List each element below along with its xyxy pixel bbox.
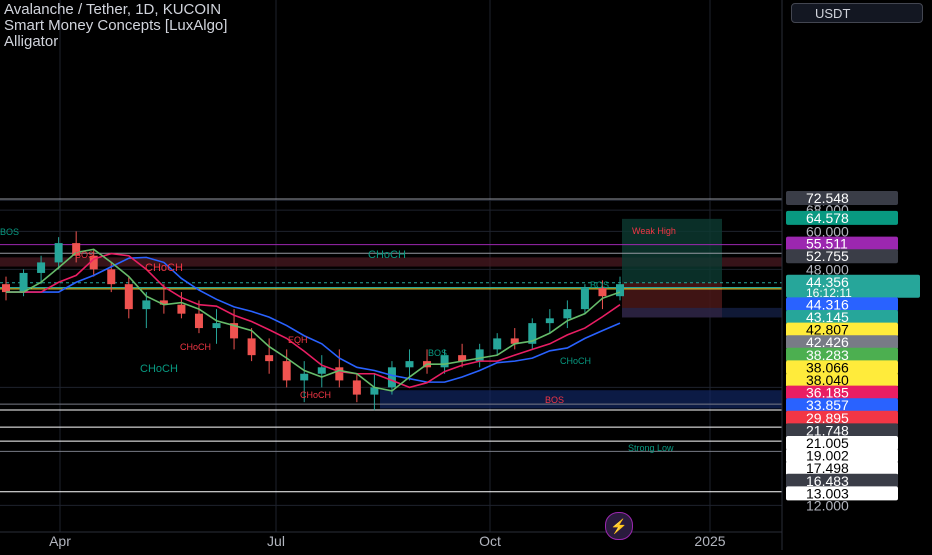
candle-body (2, 284, 10, 293)
candle (545, 309, 554, 334)
annotation-label: CHoCH (140, 363, 178, 375)
x-tick-label: Jul (267, 533, 285, 549)
candle-body (282, 361, 291, 381)
price-tag: 72.548 (786, 190, 898, 206)
annotation-label: BOS (590, 280, 609, 290)
price-tag-text: 72.548 (806, 190, 849, 206)
price-tag-text: 13.003 (806, 485, 849, 501)
candle-body (300, 373, 309, 381)
annotation-label: EQH (288, 335, 308, 345)
candle-body (265, 355, 274, 362)
candle-body (317, 367, 326, 374)
annotation-label: BOS (0, 227, 19, 237)
annotation-label: BOS (545, 395, 564, 405)
candle (563, 300, 572, 329)
currency-button[interactable]: USDT (791, 3, 923, 23)
candle (282, 349, 291, 388)
candle-body (247, 338, 256, 356)
price-tags: 72.54864.57855.51152.75544.35616:12:1144… (786, 190, 920, 501)
annotation-label: CHoCH (560, 356, 591, 366)
candle-body (352, 380, 361, 395)
candle-body (19, 272, 28, 293)
candle-body (107, 269, 116, 285)
price-tag: 13.003 (786, 485, 898, 501)
lightning-bolt-icon[interactable]: ⚡ (605, 512, 633, 540)
candle-body (405, 361, 414, 368)
candle (370, 373, 379, 411)
candle-body (493, 338, 502, 350)
chart-legend: Avalanche / Tether, 1D, KUCOIN Smart Mon… (4, 2, 227, 50)
chart-area[interactable]: Weak High Strong Low CHoCH CHoCH CHoCH CHoCH C… (0, 0, 932, 550)
indicator-alligator-label[interactable]: Alligator (4, 34, 227, 50)
candle-body (212, 323, 221, 329)
annotation-label: BOS (75, 250, 94, 260)
candle-body (194, 313, 203, 329)
price-tag-text: 64.578 (806, 210, 849, 226)
x-tick-label: Apr (49, 533, 71, 549)
symbol-title[interactable]: Avalanche / Tether, 1D, KUCOIN (4, 2, 227, 18)
candle (528, 318, 537, 350)
candle (2, 276, 10, 301)
candle-body (142, 300, 151, 310)
annotation-label: Weak High (632, 226, 676, 236)
indicator-smc-label[interactable]: Smart Money Concepts [LuxAlgo] (4, 18, 227, 34)
price-tag: 52.755 (786, 248, 898, 264)
annotation-label: CHoCH (368, 249, 406, 261)
x-tick-label: 2025 (694, 533, 725, 549)
candle-body (545, 318, 554, 324)
candle-body (335, 367, 344, 381)
candle-body (37, 262, 46, 273)
candle-body (177, 304, 186, 314)
candle-body (124, 284, 133, 310)
annotation-label: CHoCH (145, 262, 183, 274)
candle-body (54, 243, 63, 263)
annotation-label: BOS (428, 348, 447, 358)
candle (580, 284, 589, 314)
annotation-label: CHoCH (300, 390, 331, 400)
alligator-jaw (6, 256, 621, 383)
demand-zone-upper (622, 307, 782, 318)
demand-zone-lower (380, 390, 782, 409)
x-tick-label: Oct (479, 533, 501, 549)
chart-svg[interactable]: Weak High Strong Low CHoCH CHoCH CHoCH CHoCH C… (0, 0, 932, 550)
annotation-label: Strong Low (628, 443, 674, 453)
candle-body (616, 284, 624, 297)
price-tag-text: 52.755 (806, 248, 849, 264)
candle-body (563, 309, 572, 319)
candle (475, 343, 484, 368)
annotation-label: CHoCH (180, 342, 211, 352)
candle (212, 309, 221, 344)
alligator-lips (6, 248, 621, 392)
time-axis: Apr Jul Oct 2025 (0, 531, 782, 549)
candle (352, 373, 361, 403)
candle (317, 355, 326, 388)
candle-body (387, 367, 396, 388)
candle (493, 333, 502, 356)
candle-body (580, 288, 589, 310)
price-tag: 64.578 (786, 210, 898, 226)
